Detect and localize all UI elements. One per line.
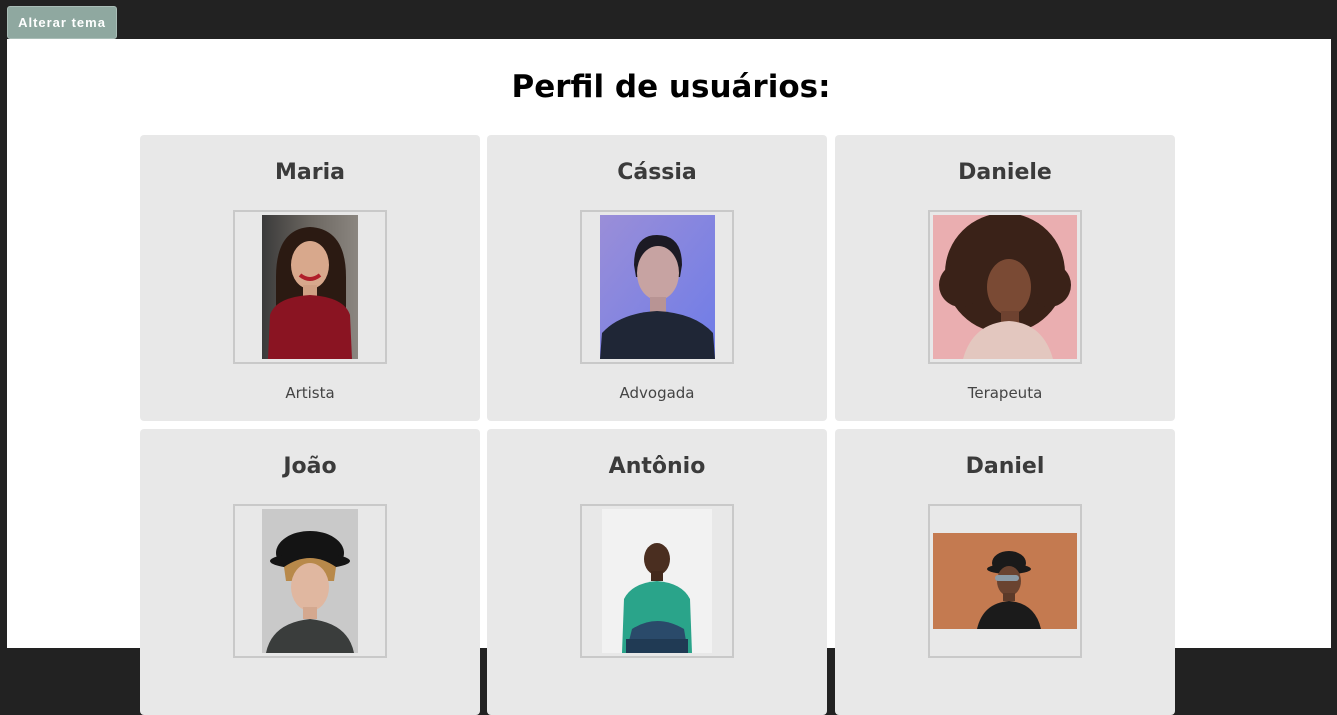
profile-photo	[580, 210, 734, 364]
profile-card: Daniel	[835, 429, 1175, 715]
profile-name: Daniel	[965, 454, 1045, 479]
top-bar: Alterar tema	[0, 0, 1337, 39]
profile-card: Cássia Advogada	[487, 135, 827, 421]
profile-name: Daniele	[958, 160, 1052, 185]
page-title: Perfil de usuários:	[511, 69, 831, 105]
profile-name: Maria	[275, 160, 345, 185]
profile-role: Advogada	[619, 384, 695, 402]
profile-card: Antônio	[487, 429, 827, 715]
theme-toggle-button[interactable]: Alterar tema	[7, 6, 117, 39]
page-content: Perfil de usuários: Maria Artista Cássia	[7, 39, 1331, 715]
profile-card: Daniele Terapeuta	[835, 135, 1175, 421]
profile-photo	[580, 504, 734, 658]
profile-card: Maria Artista	[140, 135, 480, 421]
profile-photo	[928, 504, 1082, 658]
profile-name: Cássia	[617, 160, 697, 185]
profile-photo	[233, 210, 387, 364]
profile-card: João	[140, 429, 480, 715]
profile-photo	[928, 210, 1082, 364]
profile-photo	[233, 504, 387, 658]
profile-name: Antônio	[608, 454, 706, 479]
profile-role: Terapeuta	[967, 384, 1043, 402]
profile-role: Artista	[285, 384, 335, 402]
profile-name: João	[283, 454, 337, 479]
